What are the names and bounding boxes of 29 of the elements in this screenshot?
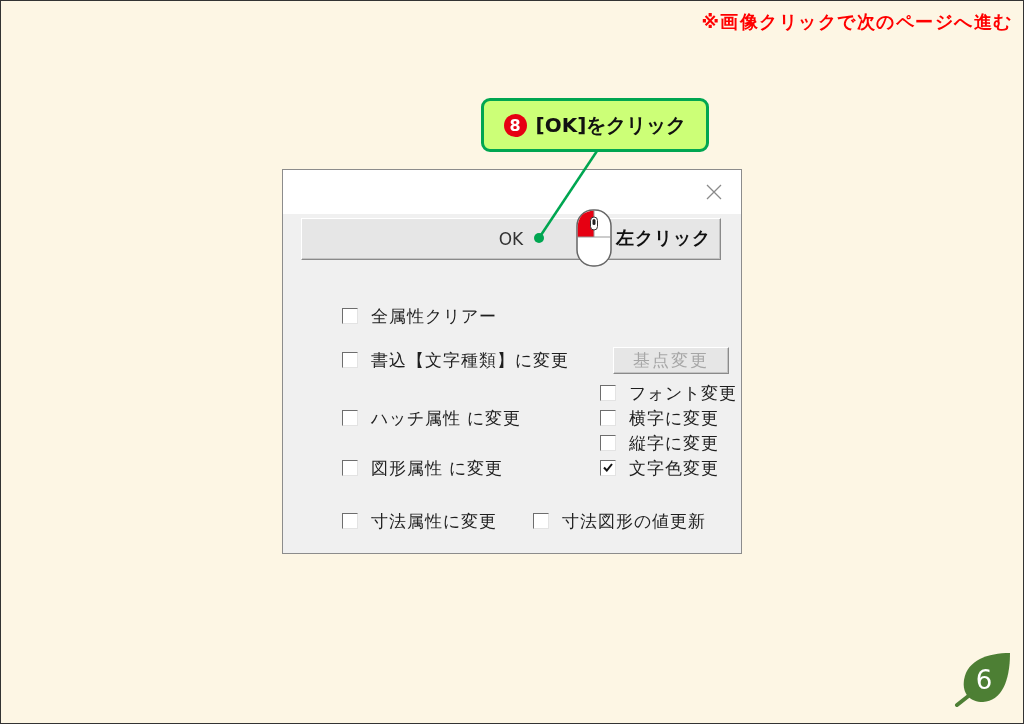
checkbox[interactable] — [533, 513, 549, 529]
checkbox-label: 全属性クリアー — [371, 305, 497, 327]
close-icon — [706, 184, 722, 200]
callout-text: [OK]をクリック — [535, 111, 687, 139]
page-number: 6 — [975, 664, 993, 695]
checkbox[interactable] — [342, 459, 358, 476]
checkbox[interactable] — [600, 409, 616, 426]
checkbox[interactable] — [600, 459, 616, 476]
checkbox[interactable] — [342, 409, 358, 426]
checkbox[interactable] — [600, 434, 616, 451]
checkbox-label: 書込【文字種類】に変更 — [371, 349, 569, 371]
leaf-icon — [953, 652, 1011, 707]
checkbox[interactable] — [342, 308, 358, 324]
checkbox-label: ハッチ属性 に変更 — [371, 406, 522, 429]
checkbox-label: 寸法図形の値更新 — [562, 510, 706, 532]
checkbox-label: 文字色変更 — [629, 456, 719, 479]
checkbox-label: 図形属性 に変更 — [371, 456, 504, 479]
checkbox-label: 寸法属性に変更 — [371, 510, 497, 532]
checkbox-label: 横字に変更 — [629, 406, 719, 429]
click-hint: 左クリック — [616, 226, 711, 250]
close-button[interactable] — [706, 184, 722, 200]
checkbox[interactable] — [600, 384, 616, 401]
step-number: 8 — [503, 113, 527, 137]
page-note: ※画像クリックで次のページへ進む — [701, 10, 1013, 34]
check-icon — [603, 463, 613, 472]
checkbox-label: フォント変更 — [629, 381, 737, 404]
checkbox-label: 縦字に変更 — [629, 431, 719, 454]
checkbox[interactable] — [342, 352, 358, 368]
checkbox[interactable] — [342, 513, 358, 529]
